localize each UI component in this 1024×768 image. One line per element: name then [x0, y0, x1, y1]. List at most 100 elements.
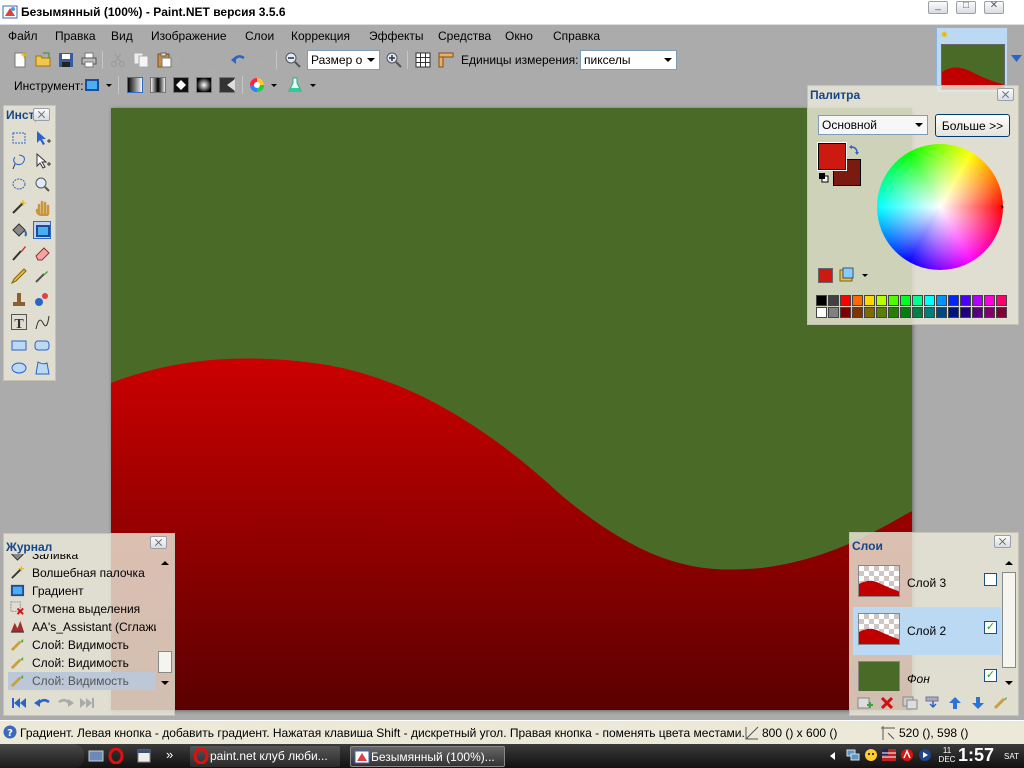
palette-swatch[interactable]	[912, 307, 923, 318]
palette-swatch[interactable]	[852, 295, 863, 306]
show-hidden-icons-icon[interactable]	[830, 752, 835, 760]
palette-swatch[interactable]	[984, 295, 995, 306]
menu-utilities[interactable]: Средства	[438, 29, 491, 43]
tool-pan[interactable]	[33, 198, 51, 217]
rulers-icon[interactable]	[438, 52, 454, 68]
menu-image[interactable]: Изображение	[151, 29, 227, 43]
menu-window[interactable]: Окно	[505, 29, 533, 43]
rewind-to-start-icon[interactable]	[12, 697, 26, 709]
layers-scrollbar[interactable]	[1002, 557, 1016, 689]
menu-help[interactable]: Справка	[553, 29, 600, 43]
palette-swatch[interactable]	[864, 295, 875, 306]
palette-swatch[interactable]	[864, 307, 875, 318]
layer-visibility-checkbox[interactable]	[984, 573, 997, 586]
history-item[interactable]: Градиент	[8, 582, 156, 600]
reflected-gradient-icon[interactable]	[150, 77, 166, 93]
scroll-up-icon[interactable]	[1005, 561, 1013, 565]
chevron-down-icon[interactable]	[911, 117, 926, 133]
palette-swatch[interactable]	[948, 295, 959, 306]
palette-swatch[interactable]	[960, 295, 971, 306]
menu-effects[interactable]: Эффекты	[369, 29, 424, 43]
layer-properties-icon[interactable]	[993, 696, 1009, 710]
history-item[interactable]: Слой: Видимость	[8, 654, 156, 672]
blend-mode-flask-icon[interactable]	[287, 77, 303, 93]
chevron-down-icon[interactable]	[310, 84, 316, 87]
palette-swatch[interactable]	[996, 307, 1007, 318]
palette-swatch[interactable]	[816, 307, 827, 318]
window-quicklaunch-icon[interactable]	[136, 748, 152, 764]
layer-visibility-checkbox[interactable]: ✓	[984, 669, 997, 682]
opera-quicklaunch-icon[interactable]	[108, 748, 124, 764]
units-combo[interactable]: пикселы	[580, 50, 677, 70]
tool-rectangle-select[interactable]	[10, 129, 28, 147]
palette-swatch[interactable]	[816, 295, 827, 306]
add-color-swatch-icon[interactable]	[818, 268, 833, 283]
palette-swatch[interactable]	[900, 295, 911, 306]
diamond-gradient-icon[interactable]	[173, 77, 189, 93]
close-button[interactable]: ✕	[984, 0, 1004, 14]
current-tool-gradient-icon[interactable]	[84, 77, 100, 93]
palette-swatch[interactable]	[972, 295, 983, 306]
palette-swatch[interactable]	[996, 295, 1007, 306]
add-layer-icon[interactable]	[857, 696, 873, 710]
history-scrollbar[interactable]	[158, 558, 172, 688]
palette-swatch[interactable]	[888, 307, 899, 318]
messenger-icon[interactable]	[864, 748, 878, 762]
radial-gradient-icon[interactable]	[196, 77, 212, 93]
tool-freeform-shape[interactable]	[33, 359, 51, 377]
scroll-down-icon[interactable]	[1005, 681, 1013, 685]
tool-eraser[interactable]	[33, 244, 51, 262]
open-file-icon[interactable]	[35, 52, 51, 68]
tool-ellipse-select[interactable]	[10, 175, 28, 193]
layer-row[interactable]: Фон ✓	[853, 655, 1001, 691]
history-item[interactable]: Отмена выделения	[8, 600, 156, 618]
menu-file[interactable]: Файл	[8, 29, 38, 43]
zoom-in-icon[interactable]	[386, 52, 402, 68]
layers-scroll-thumb[interactable]	[1002, 572, 1016, 668]
tools-panel-close-icon[interactable]	[33, 108, 50, 121]
more-colors-button[interactable]: Больше >>	[935, 114, 1010, 137]
menu-adjustments[interactable]: Коррекция	[291, 29, 350, 43]
swap-colors-icon[interactable]	[849, 145, 859, 155]
tool-lasso-select[interactable]	[10, 152, 28, 170]
taskbar-button-paintnet[interactable]: Безымянный (100%)...	[350, 746, 505, 767]
palette-swatch[interactable]	[960, 307, 971, 318]
tool-text[interactable]: T	[10, 313, 28, 332]
tool-recolor[interactable]	[33, 290, 51, 308]
image-tab-thumbnail[interactable]: ✷	[936, 27, 1008, 93]
palette-swatch[interactable]	[840, 307, 851, 318]
merge-layer-down-icon[interactable]	[925, 696, 941, 710]
palette-swatch[interactable]	[972, 307, 983, 318]
tool-pencil[interactable]	[10, 267, 28, 285]
fast-forward-to-end-icon[interactable]	[80, 697, 94, 709]
palette-mode-combo[interactable]: Основной	[818, 115, 928, 135]
grid-icon[interactable]	[415, 52, 431, 68]
delete-layer-icon[interactable]	[880, 696, 894, 710]
antivirus-icon[interactable]	[900, 748, 914, 762]
taskbar-button-opera[interactable]: paint.net клуб люби...	[190, 746, 340, 767]
maximize-button[interactable]: □	[956, 0, 976, 14]
tool-paintbrush[interactable]	[10, 244, 28, 262]
chevron-down-icon[interactable]	[106, 84, 112, 87]
history-item[interactable]: Волшебная палочка	[8, 564, 156, 582]
move-layer-down-icon[interactable]	[971, 696, 985, 710]
tool-gradient[interactable]	[33, 221, 51, 239]
paste-icon[interactable]	[156, 52, 172, 68]
tool-clone-stamp[interactable]	[10, 290, 28, 308]
redo-icon[interactable]	[253, 52, 269, 68]
clock-time[interactable]: 1:57	[958, 745, 994, 766]
tool-line-curve[interactable]	[33, 313, 51, 331]
menu-edit[interactable]: Правка	[55, 29, 96, 43]
deselect-icon[interactable]	[202, 52, 218, 68]
duplicate-layer-icon[interactable]	[902, 696, 918, 710]
palette-panel-close-icon[interactable]	[997, 88, 1014, 101]
history-item[interactable]: Слой: Видимость	[8, 672, 156, 690]
scroll-down-icon[interactable]	[161, 681, 169, 685]
layers-list[interactable]: Слой 3 Слой 2 ✓ Фон ✓	[850, 555, 1002, 691]
tool-ellipse[interactable]	[10, 359, 28, 377]
language-flag-icon[interactable]	[882, 748, 896, 762]
palette-menu-icon[interactable]	[839, 267, 855, 283]
scroll-up-icon[interactable]	[161, 561, 169, 565]
chevron-down-icon[interactable]	[271, 84, 277, 87]
scroll-down-icon[interactable]	[1011, 55, 1022, 65]
